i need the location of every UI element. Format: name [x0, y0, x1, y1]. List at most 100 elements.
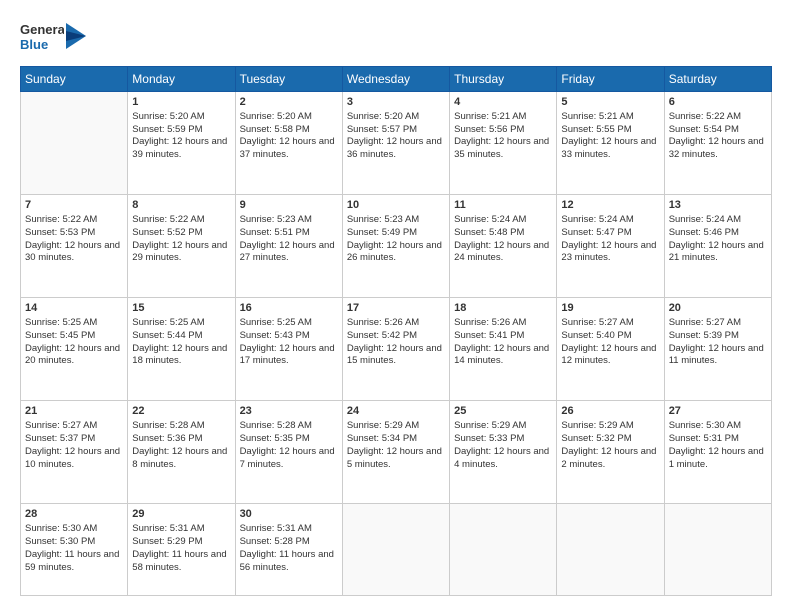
sunset-label: Sunset: 5:30 PM: [25, 536, 95, 547]
sunrise-label: Sunrise: 5:20 AM: [132, 111, 204, 122]
sunset-label: Sunset: 5:36 PM: [132, 433, 202, 444]
sunrise-label: Sunrise: 5:24 AM: [561, 214, 633, 225]
weekday-header-sunday: Sunday: [21, 67, 128, 92]
calendar-cell-w2-d2: 16 Sunrise: 5:25 AM Sunset: 5:43 PM Dayl…: [235, 298, 342, 401]
sunrise-label: Sunrise: 5:22 AM: [132, 214, 204, 225]
calendar-cell-w3-d3: 24 Sunrise: 5:29 AM Sunset: 5:34 PM Dayl…: [342, 401, 449, 504]
sunrise-label: Sunrise: 5:25 AM: [240, 317, 312, 328]
calendar-cell-w2-d1: 15 Sunrise: 5:25 AM Sunset: 5:44 PM Dayl…: [128, 298, 235, 401]
day-number: 26: [561, 404, 659, 419]
calendar-cell-w2-d3: 17 Sunrise: 5:26 AM Sunset: 5:42 PM Dayl…: [342, 298, 449, 401]
daylight-label: Daylight: 12 hours and 35 minutes.: [454, 136, 549, 160]
daylight-label: Daylight: 12 hours and 2 minutes.: [561, 446, 656, 470]
day-number: 12: [561, 198, 659, 213]
calendar-cell-w4-d1: 29 Sunrise: 5:31 AM Sunset: 5:29 PM Dayl…: [128, 504, 235, 596]
sunset-label: Sunset: 5:31 PM: [669, 433, 739, 444]
calendar-cell-w4-d6: [664, 504, 771, 596]
sunset-label: Sunset: 5:49 PM: [347, 227, 417, 238]
sunset-label: Sunset: 5:42 PM: [347, 330, 417, 341]
sunrise-label: Sunrise: 5:24 AM: [669, 214, 741, 225]
sunset-label: Sunset: 5:46 PM: [669, 227, 739, 238]
day-number: 3: [347, 95, 445, 110]
sunset-label: Sunset: 5:52 PM: [132, 227, 202, 238]
sunset-label: Sunset: 5:59 PM: [132, 124, 202, 135]
daylight-label: Daylight: 12 hours and 32 minutes.: [669, 136, 764, 160]
calendar-cell-w1-d2: 9 Sunrise: 5:23 AM Sunset: 5:51 PM Dayli…: [235, 195, 342, 298]
daylight-label: Daylight: 12 hours and 39 minutes.: [132, 136, 227, 160]
sunrise-label: Sunrise: 5:26 AM: [347, 317, 419, 328]
sunset-label: Sunset: 5:35 PM: [240, 433, 310, 444]
sunset-label: Sunset: 5:51 PM: [240, 227, 310, 238]
sunrise-label: Sunrise: 5:28 AM: [132, 420, 204, 431]
sunrise-label: Sunrise: 5:29 AM: [347, 420, 419, 431]
sunrise-label: Sunrise: 5:22 AM: [669, 111, 741, 122]
sunrise-label: Sunrise: 5:31 AM: [132, 523, 204, 534]
day-number: 15: [132, 301, 230, 316]
sunrise-label: Sunrise: 5:23 AM: [240, 214, 312, 225]
calendar-cell-w1-d1: 8 Sunrise: 5:22 AM Sunset: 5:52 PM Dayli…: [128, 195, 235, 298]
day-number: 21: [25, 404, 123, 419]
sunrise-label: Sunrise: 5:27 AM: [561, 317, 633, 328]
sunset-label: Sunset: 5:33 PM: [454, 433, 524, 444]
sunset-label: Sunset: 5:29 PM: [132, 536, 202, 547]
logo: General Blue: [20, 16, 86, 56]
sunset-label: Sunset: 5:53 PM: [25, 227, 95, 238]
logo-svg: General Blue: [20, 16, 64, 56]
calendar-cell-w4-d0: 28 Sunrise: 5:30 AM Sunset: 5:30 PM Dayl…: [21, 504, 128, 596]
calendar-cell-w4-d3: [342, 504, 449, 596]
sunrise-label: Sunrise: 5:24 AM: [454, 214, 526, 225]
sunset-label: Sunset: 5:41 PM: [454, 330, 524, 341]
day-number: 7: [25, 198, 123, 213]
daylight-label: Daylight: 12 hours and 30 minutes.: [25, 240, 120, 264]
sunrise-label: Sunrise: 5:31 AM: [240, 523, 312, 534]
daylight-label: Daylight: 12 hours and 14 minutes.: [454, 343, 549, 367]
daylight-label: Daylight: 12 hours and 23 minutes.: [561, 240, 656, 264]
calendar-cell-w2-d0: 14 Sunrise: 5:25 AM Sunset: 5:45 PM Dayl…: [21, 298, 128, 401]
calendar-cell-w2-d5: 19 Sunrise: 5:27 AM Sunset: 5:40 PM Dayl…: [557, 298, 664, 401]
sunset-label: Sunset: 5:56 PM: [454, 124, 524, 135]
daylight-label: Daylight: 12 hours and 36 minutes.: [347, 136, 442, 160]
day-number: 20: [669, 301, 767, 316]
sunrise-label: Sunrise: 5:20 AM: [347, 111, 419, 122]
sunrise-label: Sunrise: 5:25 AM: [25, 317, 97, 328]
sunrise-label: Sunrise: 5:27 AM: [25, 420, 97, 431]
sunrise-label: Sunrise: 5:27 AM: [669, 317, 741, 328]
sunset-label: Sunset: 5:44 PM: [132, 330, 202, 341]
daylight-label: Daylight: 12 hours and 29 minutes.: [132, 240, 227, 264]
day-number: 16: [240, 301, 338, 316]
weekday-header-wednesday: Wednesday: [342, 67, 449, 92]
weekday-header-friday: Friday: [557, 67, 664, 92]
day-number: 28: [25, 507, 123, 522]
calendar-cell-w1-d3: 10 Sunrise: 5:23 AM Sunset: 5:49 PM Dayl…: [342, 195, 449, 298]
calendar-cell-w0-d5: 5 Sunrise: 5:21 AM Sunset: 5:55 PM Dayli…: [557, 92, 664, 195]
daylight-label: Daylight: 12 hours and 24 minutes.: [454, 240, 549, 264]
calendar-cell-w3-d4: 25 Sunrise: 5:29 AM Sunset: 5:33 PM Dayl…: [450, 401, 557, 504]
calendar-cell-w0-d6: 6 Sunrise: 5:22 AM Sunset: 5:54 PM Dayli…: [664, 92, 771, 195]
day-number: 30: [240, 507, 338, 522]
sunrise-label: Sunrise: 5:25 AM: [132, 317, 204, 328]
svg-text:General: General: [20, 22, 64, 37]
day-number: 27: [669, 404, 767, 419]
daylight-label: Daylight: 12 hours and 27 minutes.: [240, 240, 335, 264]
day-number: 13: [669, 198, 767, 213]
day-number: 11: [454, 198, 552, 213]
day-number: 22: [132, 404, 230, 419]
daylight-label: Daylight: 12 hours and 4 minutes.: [454, 446, 549, 470]
calendar-cell-w1-d4: 11 Sunrise: 5:24 AM Sunset: 5:48 PM Dayl…: [450, 195, 557, 298]
day-number: 24: [347, 404, 445, 419]
sunrise-label: Sunrise: 5:20 AM: [240, 111, 312, 122]
day-number: 4: [454, 95, 552, 110]
day-number: 25: [454, 404, 552, 419]
daylight-label: Daylight: 12 hours and 37 minutes.: [240, 136, 335, 160]
sunrise-label: Sunrise: 5:21 AM: [454, 111, 526, 122]
day-number: 10: [347, 198, 445, 213]
calendar-cell-w2-d4: 18 Sunrise: 5:26 AM Sunset: 5:41 PM Dayl…: [450, 298, 557, 401]
weekday-header-monday: Monday: [128, 67, 235, 92]
day-number: 1: [132, 95, 230, 110]
sunset-label: Sunset: 5:47 PM: [561, 227, 631, 238]
sunset-label: Sunset: 5:28 PM: [240, 536, 310, 547]
sunset-label: Sunset: 5:55 PM: [561, 124, 631, 135]
calendar: SundayMondayTuesdayWednesdayThursdayFrid…: [20, 66, 772, 596]
calendar-cell-w2-d6: 20 Sunrise: 5:27 AM Sunset: 5:39 PM Dayl…: [664, 298, 771, 401]
daylight-label: Daylight: 12 hours and 10 minutes.: [25, 446, 120, 470]
